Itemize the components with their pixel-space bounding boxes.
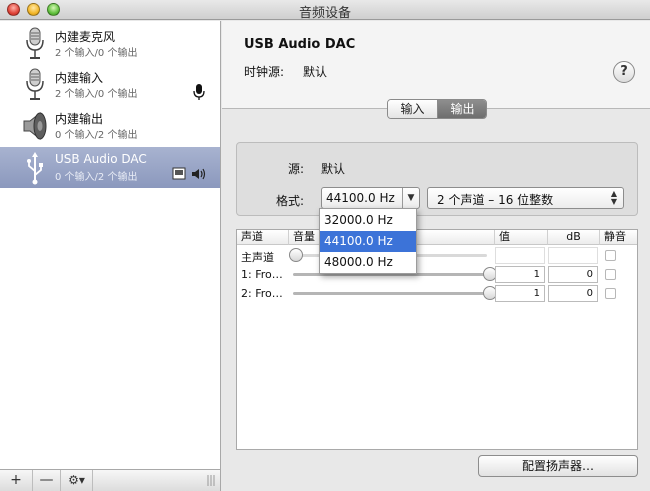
channel-format-value: 2 个声道 – 16 位整数	[437, 193, 554, 207]
device-name: USB Audio DAC	[55, 152, 147, 166]
column-header-channel: 声道	[237, 230, 289, 245]
volume-slider-track[interactable]	[293, 292, 487, 295]
device-io: 2 个输入/0 个输出	[55, 48, 138, 59]
db-field[interactable]	[548, 247, 598, 264]
menu-item-44100[interactable]: 44100.0 Hz	[320, 231, 416, 252]
channel-format-select[interactable]: 2 个声道 – 16 位整数 ▲ ▼	[427, 187, 624, 209]
sidebar-toolbar: + — ⚙▾	[0, 469, 221, 491]
mute-checkbox[interactable]	[605, 250, 616, 261]
volume-slider-knob[interactable]	[289, 248, 303, 262]
input-output-tabs: 输入 输出	[387, 99, 487, 119]
source-value: 默认	[321, 162, 346, 176]
value-field[interactable]: 1	[495, 266, 545, 283]
menu-item-48000[interactable]: 48000.0 Hz	[320, 252, 416, 273]
column-header-mute: 静音	[600, 230, 637, 245]
mute-checkbox[interactable]	[605, 288, 616, 299]
tab-output[interactable]: 输出	[438, 100, 486, 118]
db-field[interactable]: 0	[548, 285, 598, 302]
device-item-builtin-output[interactable]: 内建输出 0 个输入/2 个输出	[0, 105, 220, 146]
value-field[interactable]: 1	[495, 285, 545, 302]
source-label: 源:	[288, 162, 305, 176]
clock-source-label: 时钟源:	[244, 65, 285, 79]
channel-volume-table: 声道 音量 值 dB 静音 主声道 1: Fro… 1 0 2: Fro… 1 …	[236, 229, 638, 450]
add-device-button[interactable]: +	[0, 470, 33, 491]
device-header: USB Audio DAC 时钟源: 默认 ?	[222, 21, 650, 109]
device-io: 2 个输入/0 个输出	[55, 89, 138, 100]
microphone-icon	[26, 68, 44, 100]
table-row-master: 主声道	[237, 246, 637, 265]
sample-rate-value: 44100.0 Hz	[326, 191, 395, 205]
channel-name: 1: Fro…	[241, 268, 283, 281]
speaker-icon	[23, 111, 47, 141]
help-button[interactable]: ?	[613, 61, 635, 83]
table-row-channel-1: 1: Fro… 1 0	[237, 265, 637, 284]
clock-source-value: 默认	[303, 65, 328, 79]
updown-arrows-icon: ▲ ▼	[610, 189, 617, 206]
mute-checkbox[interactable]	[605, 269, 616, 280]
device-list: 内建麦克风 2 个输入/0 个输出 内建输入 2 个输入/0 个输出 内建输出 …	[0, 21, 221, 469]
channel-name: 主声道	[241, 251, 274, 264]
resize-grip-icon[interactable]	[207, 475, 215, 486]
device-item-builtin-input[interactable]: 内建输入 2 个输入/0 个输出	[0, 64, 220, 105]
device-io: 0 个输入/2 个输出	[55, 172, 138, 183]
format-panel: 源: 默认 格式: 44100.0 Hz ▼ 2 个声道 – 16 位整数 ▲ ▼	[236, 142, 638, 216]
table-row-channel-2: 2: Fro… 1 0	[237, 284, 637, 303]
usb-icon	[27, 152, 43, 185]
device-item-usb-audio-dac[interactable]: USB Audio DAC 0 个输入/2 个输出	[0, 147, 220, 188]
sample-rate-menu: 32000.0 Hz 44100.0 Hz 48000.0 Hz	[319, 208, 417, 274]
device-io: 0 个输入/2 个输出	[55, 130, 138, 141]
device-title: USB Audio DAC	[244, 37, 356, 52]
device-item-builtin-mic[interactable]: 内建麦克风 2 个输入/0 个输出	[0, 23, 220, 64]
device-name: 内建输入	[55, 71, 104, 85]
device-name: 内建麦克风	[55, 30, 116, 44]
format-label: 格式:	[276, 194, 305, 208]
default-output-speaker-icon	[172, 167, 206, 180]
window-title: 音频设备	[298, 6, 351, 21]
column-header-db: dB	[548, 230, 600, 245]
value-field[interactable]	[495, 247, 545, 264]
gear-menu-button[interactable]: ⚙▾	[61, 470, 93, 491]
channel-name: 2: Fro…	[241, 287, 283, 300]
chevron-down-icon: ▼	[402, 188, 419, 208]
mic-badge-icon	[193, 84, 205, 100]
device-name: 内建输出	[55, 112, 104, 126]
column-header-value: 值	[495, 230, 548, 245]
db-field[interactable]: 0	[548, 266, 598, 283]
microphone-icon	[26, 27, 44, 59]
tab-input[interactable]: 输入	[388, 100, 438, 118]
sample-rate-select[interactable]: 44100.0 Hz ▼	[321, 187, 420, 209]
title-bar: 音频设备	[0, 0, 650, 21]
configure-speakers-button[interactable]: 配置扬声器…	[478, 455, 638, 477]
menu-item-32000[interactable]: 32000.0 Hz	[320, 210, 416, 231]
remove-device-button[interactable]: —	[33, 470, 61, 491]
